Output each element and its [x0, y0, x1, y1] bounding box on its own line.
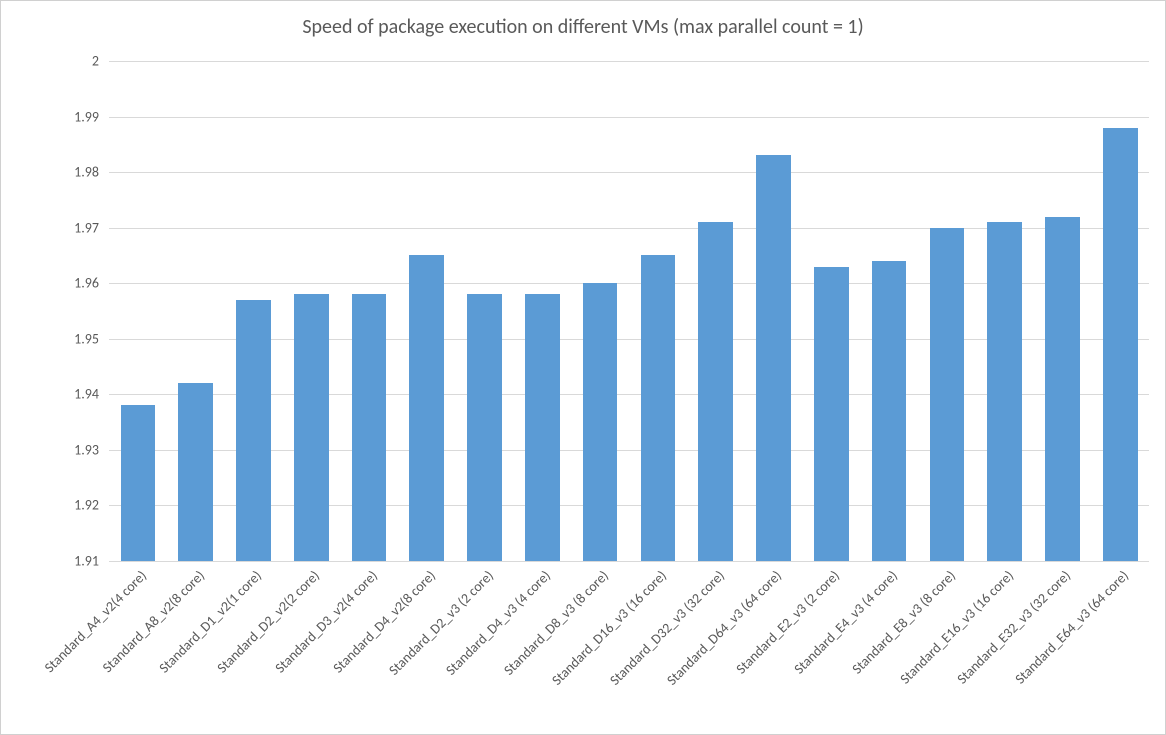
- bar: [178, 383, 213, 561]
- y-tick-label: 1.98: [49, 164, 99, 181]
- bar: [236, 300, 271, 561]
- y-tick-label: 1.93: [49, 441, 99, 458]
- plot-wrap: 1.911.921.931.941.951.961.971.981.992: [109, 61, 1149, 561]
- y-tick-label: 1.95: [49, 330, 99, 347]
- bar: [872, 261, 907, 561]
- bar-slot: [1091, 61, 1149, 561]
- bar-slot: [282, 61, 340, 561]
- y-tick-label: 1.91: [49, 553, 99, 570]
- bar: [1045, 217, 1080, 561]
- y-tick-label: 1.94: [49, 386, 99, 403]
- bar-slot: [802, 61, 860, 561]
- bar-slot: [918, 61, 976, 561]
- bar-group: [109, 61, 1149, 561]
- bar: [409, 255, 444, 561]
- bar: [583, 283, 618, 561]
- chart-container: Speed of package execution on different …: [0, 0, 1166, 735]
- bar-slot: [629, 61, 687, 561]
- gridline: [109, 561, 1149, 562]
- bar: [1103, 128, 1138, 561]
- bar-slot: [167, 61, 225, 561]
- y-tick-label: 2: [49, 53, 99, 70]
- bar-slot: [745, 61, 803, 561]
- bar-slot: [860, 61, 918, 561]
- bar-slot: [687, 61, 745, 561]
- bar: [698, 222, 733, 561]
- bar: [525, 294, 560, 561]
- bar-slot: [456, 61, 514, 561]
- bar: [467, 294, 502, 561]
- y-tick-label: 1.96: [49, 275, 99, 292]
- bar: [641, 255, 676, 561]
- x-tick-label: Standard_A4_v2(4 core): [41, 567, 150, 676]
- y-tick-label: 1.99: [49, 108, 99, 125]
- bar: [930, 228, 965, 561]
- bar-slot: [340, 61, 398, 561]
- bar: [756, 155, 791, 561]
- bar: [987, 222, 1022, 561]
- bar: [352, 294, 387, 561]
- bar-slot: [398, 61, 456, 561]
- chart-title: Speed of package execution on different …: [1, 1, 1165, 45]
- bar-slot: [571, 61, 629, 561]
- bar: [294, 294, 329, 561]
- bar-slot: [513, 61, 571, 561]
- x-axis-labels: Standard_A4_v2(4 core)Standard_A8_v2(8 c…: [109, 567, 1149, 727]
- bar: [814, 267, 849, 561]
- bar-slot: [225, 61, 283, 561]
- x-label-slot: Standard_E64_v3 (64 core): [1091, 567, 1149, 727]
- bar-slot: [109, 61, 167, 561]
- bar-slot: [1034, 61, 1092, 561]
- bar-slot: [976, 61, 1034, 561]
- y-tick-label: 1.92: [49, 497, 99, 514]
- y-tick-label: 1.97: [49, 219, 99, 236]
- bar: [121, 405, 156, 561]
